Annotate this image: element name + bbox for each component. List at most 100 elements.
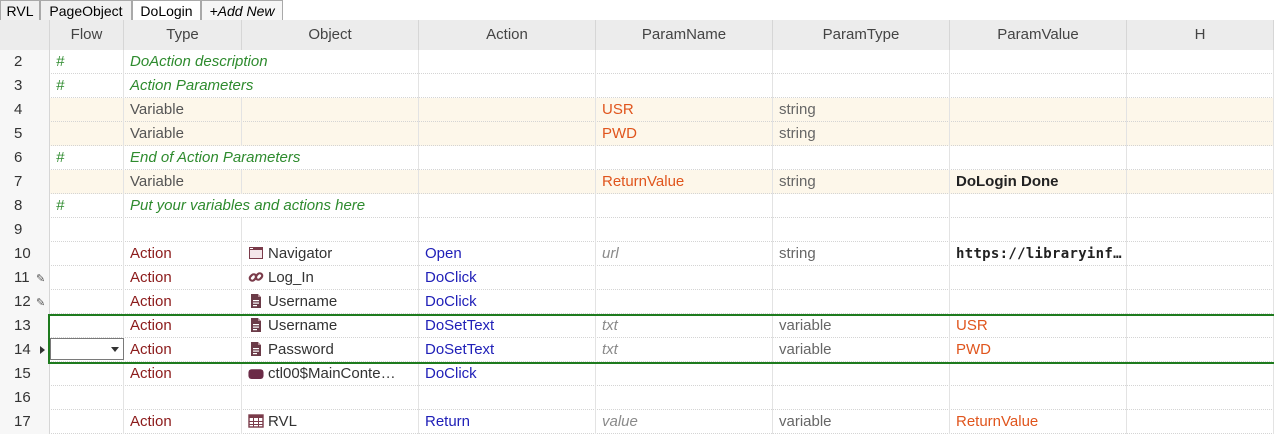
cell-object[interactable] [242, 170, 419, 194]
table-row[interactable]: 16 [0, 386, 1274, 410]
cell-flow[interactable] [50, 410, 124, 434]
cell-action[interactable] [419, 386, 596, 410]
cell-paramname[interactable]: txt [596, 338, 773, 362]
cell-object[interactable] [242, 122, 419, 146]
cell-type[interactable]: Action [124, 266, 242, 290]
cell-object[interactable]: ctl00$MainConte… [242, 362, 419, 386]
cell-h[interactable] [1127, 242, 1274, 266]
cell-flow[interactable] [50, 290, 124, 314]
cell-action[interactable]: DoSetText [419, 314, 596, 338]
cell-paramname[interactable] [596, 194, 773, 218]
cell-flow[interactable]: # [50, 146, 124, 170]
cell-paramtype[interactable] [773, 74, 950, 98]
cell-action[interactable]: Open [419, 242, 596, 266]
cell-paramtype[interactable]: variable [773, 338, 950, 362]
table-row[interactable]: 15 Action ctl00$MainConte… DoClick [0, 362, 1274, 386]
cell-paramname[interactable]: ReturnValue [596, 170, 773, 194]
tab-pageobject[interactable]: PageObject [40, 0, 132, 20]
cell-paramvalue[interactable]: DoLogin Done [950, 170, 1127, 194]
cell-paramname[interactable] [596, 290, 773, 314]
cell-type[interactable]: Variable [124, 98, 242, 122]
cell-object[interactable] [242, 98, 419, 122]
cell-action[interactable]: DoSetText [419, 338, 596, 362]
cell-object[interactable]: Username [242, 314, 419, 338]
cell-paramname[interactable] [596, 266, 773, 290]
cell-h[interactable] [1127, 50, 1274, 74]
cell-paramtype[interactable] [773, 290, 950, 314]
cell-action[interactable] [419, 122, 596, 146]
cell-type[interactable]: Action Parameters [124, 74, 596, 98]
cell-paramname[interactable]: value [596, 410, 773, 434]
cell-flow[interactable] [50, 266, 124, 290]
cell-h[interactable] [1127, 122, 1274, 146]
cell-action[interactable] [419, 218, 596, 242]
cell-h[interactable] [1127, 74, 1274, 98]
table-row[interactable]: 3 # Action Parameters [0, 74, 1274, 98]
cell-paramname[interactable] [596, 386, 773, 410]
cell-flow[interactable]: # [50, 50, 124, 74]
cell-object[interactable]: Password [242, 338, 419, 362]
cell-action[interactable] [419, 170, 596, 194]
cell-paramtype[interactable] [773, 146, 950, 170]
cell-paramtype[interactable]: string [773, 98, 950, 122]
cell-object[interactable]: RVL [242, 410, 419, 434]
cell-paramname[interactable]: PWD [596, 122, 773, 146]
cell-paramtype[interactable] [773, 50, 950, 74]
cell-type[interactable]: End of Action Parameters [124, 146, 596, 170]
cell-flow[interactable] [50, 386, 124, 410]
cell-h[interactable] [1127, 146, 1274, 170]
tab-add-new[interactable]: +Add New [201, 0, 283, 20]
cell-action[interactable]: DoClick [419, 362, 596, 386]
cell-paramtype[interactable] [773, 218, 950, 242]
header-action[interactable]: Action [419, 20, 596, 50]
cell-paramvalue[interactable] [950, 218, 1127, 242]
cell-paramvalue[interactable] [950, 362, 1127, 386]
table-row[interactable]: 17 Action RVL Return value variable ReturnValu… [0, 410, 1274, 434]
cell-h[interactable] [1127, 338, 1274, 362]
cell-paramvalue[interactable]: USR [950, 314, 1127, 338]
cell-object[interactable]: Username [242, 290, 419, 314]
header-paramname[interactable]: ParamName [596, 20, 773, 50]
table-row[interactable]: 14 Action Password DoSetText txt variable PWD [0, 338, 1274, 362]
cell-type[interactable]: Action [124, 290, 242, 314]
cell-type[interactable]: Action [124, 314, 242, 338]
cell-paramname[interactable]: USR [596, 98, 773, 122]
cell-paramvalue[interactable]: ReturnValue [950, 410, 1127, 434]
cell-paramvalue[interactable] [950, 290, 1127, 314]
cell-paramvalue[interactable] [950, 266, 1127, 290]
cell-type[interactable] [124, 386, 242, 410]
table-row[interactable]: 4 Variable USR string [0, 98, 1274, 122]
cell-type[interactable]: Action [124, 242, 242, 266]
cell-paramname[interactable] [596, 146, 773, 170]
cell-flow[interactable] [50, 242, 124, 266]
cell-flow[interactable]: # [50, 74, 124, 98]
cell-paramvalue[interactable] [950, 74, 1127, 98]
cell-paramvalue[interactable]: PWD [950, 338, 1127, 362]
cell-flow[interactable] [50, 98, 124, 122]
cell-paramtype[interactable] [773, 386, 950, 410]
cell-flow[interactable] [50, 362, 124, 386]
cell-action[interactable]: DoClick [419, 290, 596, 314]
cell-paramname[interactable] [596, 218, 773, 242]
cell-paramvalue[interactable] [950, 386, 1127, 410]
cell-type[interactable]: DoAction description [124, 50, 596, 74]
header-paramvalue[interactable]: ParamValue [950, 20, 1127, 50]
cell-paramtype[interactable]: string [773, 242, 950, 266]
table-row[interactable]: 6 # End of Action Parameters [0, 146, 1274, 170]
cell-type[interactable]: Variable [124, 122, 242, 146]
cell-flow[interactable] [50, 170, 124, 194]
table-row[interactable]: 2 # DoAction description [0, 50, 1274, 74]
cell-flow[interactable]: # [50, 194, 124, 218]
cell-action[interactable] [419, 98, 596, 122]
tab-rvl[interactable]: RVL [0, 0, 40, 20]
cell-h[interactable] [1127, 362, 1274, 386]
table-row[interactable]: 7 Variable ReturnValue string DoLogin Done [0, 170, 1274, 194]
cell-flow[interactable] [50, 338, 124, 362]
cell-paramvalue[interactable]: https://libraryinformationsystem… [950, 242, 1127, 266]
cell-h[interactable] [1127, 290, 1274, 314]
cell-paramtype[interactable]: string [773, 170, 950, 194]
cell-paramtype[interactable]: string [773, 122, 950, 146]
flow-dropdown[interactable] [50, 338, 124, 360]
cell-h[interactable] [1127, 386, 1274, 410]
cell-h[interactable] [1127, 410, 1274, 434]
